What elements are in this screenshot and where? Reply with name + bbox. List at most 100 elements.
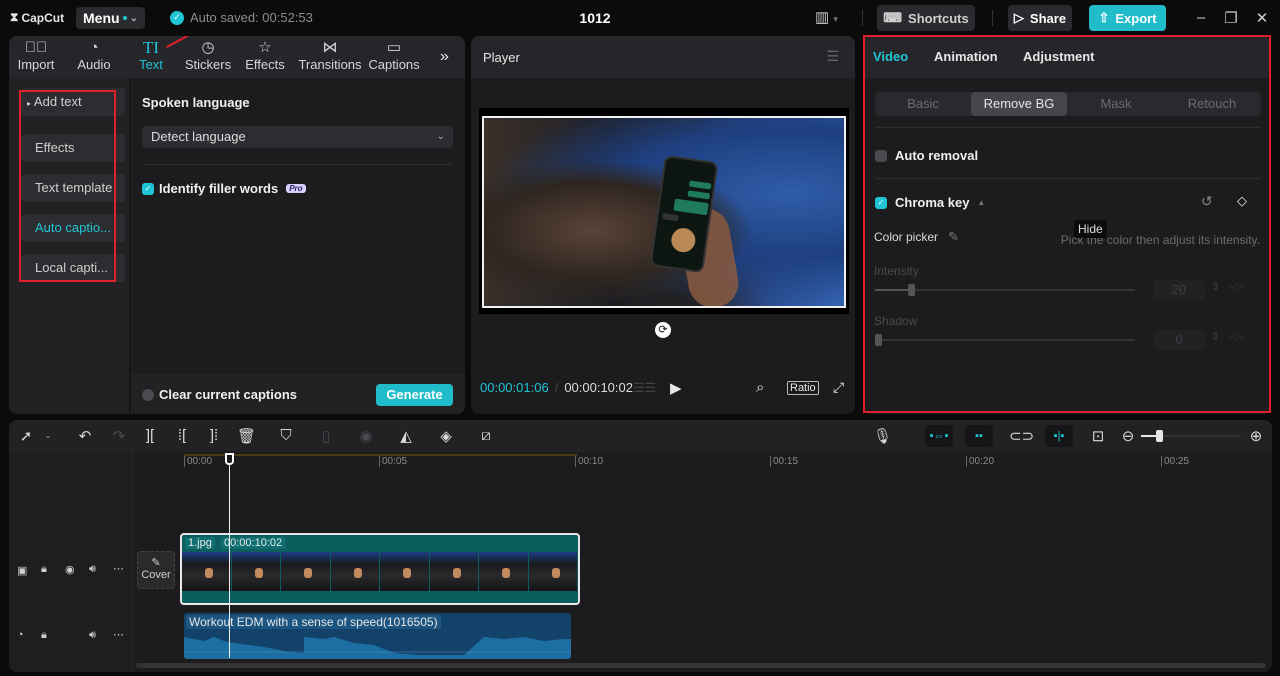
redo-icon[interactable]: ↷ — [110, 427, 128, 445]
upload-icon: ⇧ — [1098, 10, 1110, 25]
audio-clip-name: Workout EDM with a sense of speed(101650… — [186, 615, 441, 629]
auto-snap-button[interactable]: ▪▪ — [965, 425, 993, 447]
clear-captions-checkbox[interactable] — [142, 388, 154, 401]
volume-icon[interactable]: 🔊︎ — [89, 563, 96, 576]
clip-thumbnails — [182, 552, 578, 591]
timeline-zoom-fill — [1141, 435, 1156, 437]
close-icon[interactable]: ✕ — [1253, 9, 1271, 27]
tooltip-hide: Hide — [1074, 220, 1107, 238]
divider — [142, 164, 453, 165]
menu-button[interactable]: Menu ⌄ — [76, 7, 145, 29]
video-frame[interactable] — [482, 116, 846, 308]
share-button[interactable]: ▷ Share — [1008, 5, 1072, 31]
highlight-box — [19, 90, 116, 282]
menu-icon[interactable]: ☰ — [826, 48, 839, 65]
rotate-icon[interactable]: ◈ — [437, 427, 455, 445]
freeze-icon[interactable]: ▯ — [317, 427, 335, 445]
ruler-label: 00:25 — [1161, 456, 1189, 467]
keyboard-icon: ⌨ — [883, 10, 903, 25]
auto-captions-panel: Spoken language Detect language ⌄ ✓ Ident… — [131, 78, 465, 414]
audio-track-icon: ◔ — [17, 629, 24, 641]
clear-captions-row[interactable]: Clear current captions — [142, 387, 297, 402]
zoom-fit-timeline-icon[interactable]: ⊡ — [1089, 427, 1107, 445]
media-panel: ▶⃞ Import ◔ Audio TI Text ◷ Stickers ☆ Effect… — [9, 36, 465, 414]
zoom-in-icon[interactable]: ⊕ — [1247, 427, 1265, 445]
main-track-magnet-button[interactable]: ▪⇔▪ — [925, 425, 953, 447]
project-title[interactable]: 1012 — [560, 10, 630, 26]
eye-icon[interactable]: ◉ — [65, 563, 75, 576]
lock-icon[interactable]: 🔒︎ — [41, 629, 47, 642]
microphone-icon[interactable]: 🎙 — [873, 427, 892, 445]
media-tabs: ▶⃞ Import ◔ Audio TI Text ◷ Stickers ☆ Effect… — [9, 36, 465, 78]
generate-button[interactable]: Generate — [376, 384, 453, 406]
chevron-down-icon: ⌄ — [436, 131, 445, 142]
delete-icon[interactable]: 🗑 — [237, 427, 256, 445]
waveform-toggle-icon[interactable]: ☰☰ — [633, 380, 656, 396]
fullscreen-icon[interactable]: ⤢ — [833, 379, 844, 396]
minimize-icon[interactable]: – — [1192, 9, 1210, 26]
split-right-icon[interactable]: ]⁞ — [205, 427, 223, 444]
volume-icon[interactable]: 🔊︎ — [89, 629, 96, 642]
preview-axis-button[interactable]: ▪|▪ — [1045, 425, 1073, 447]
maximize-icon[interactable]: ❐ — [1222, 9, 1240, 27]
link-icon[interactable]: ⊂⊃ — [1009, 427, 1034, 445]
video-preview[interactable] — [479, 108, 849, 314]
play-icon[interactable]: ▶ — [670, 379, 682, 397]
capcut-logo: ⧗ CapCut — [10, 10, 65, 25]
pro-badge: Pro — [286, 184, 306, 193]
effects-icon: ☆ — [258, 39, 272, 56]
export-button[interactable]: ⇧ Export — [1089, 5, 1166, 31]
cover-button[interactable]: ✎ Cover — [137, 551, 175, 589]
lock-icon[interactable]: 🔒︎ — [41, 563, 47, 576]
horizontal-scrollbar[interactable] — [136, 663, 1266, 668]
video-clip[interactable]: 1.jpg 00:00:10:02 — [180, 533, 580, 605]
more-tabs-icon[interactable]: » — [440, 48, 449, 66]
timeline-toolbar: ➚ ⌄ ↶ ↷ ][ ⁞[ ]⁞ 🗑 ⛉ ▯ ◉ ◭ ◈ ⧄ 🎙 ▪⇔▪ ▪▪ … — [9, 420, 1272, 452]
audio-waveform — [184, 637, 571, 659]
shortcuts-button[interactable]: ⌨ Shortcuts — [877, 5, 975, 31]
spoken-language-label: Spoken language — [142, 95, 250, 110]
language-select[interactable]: Detect language ⌄ — [142, 126, 453, 148]
layout-icon[interactable]: ▥ ▾ — [815, 8, 838, 26]
crop-icon[interactable]: ⧄ — [477, 427, 495, 444]
tab-effects[interactable]: ☆ Effects — [235, 39, 295, 72]
mirror-icon[interactable]: ◭ — [397, 427, 415, 445]
zoom-fit-icon[interactable]: ⌕ — [756, 379, 764, 396]
sticker-icon: ◷ — [201, 39, 215, 56]
transitions-icon: ⋈ — [322, 39, 338, 56]
text-icon: TI — [142, 38, 160, 57]
split-left-icon[interactable]: ⁞[ — [173, 427, 191, 444]
marker-icon[interactable]: ⛉ — [277, 427, 295, 444]
more-icon[interactable]: ⋯ — [113, 562, 124, 575]
playhead-line[interactable] — [229, 465, 230, 658]
chevron-down-icon: ⌄ — [129, 12, 138, 24]
tab-transitions[interactable]: ⋈ Transitions — [298, 39, 362, 72]
identify-filler-checkbox[interactable]: ✓ — [142, 182, 154, 195]
timeline-panel: ➚ ⌄ ↶ ↷ ][ ⁞[ ]⁞ 🗑 ⛉ ▯ ◉ ◭ ◈ ⧄ 🎙 ▪⇔▪ ▪▪ … — [9, 420, 1272, 672]
text-sidebar: ▸ Add text Effects Text template Auto ca… — [9, 78, 130, 414]
select-tool-icon[interactable]: ➚ — [17, 427, 35, 445]
split-icon[interactable]: ][ — [141, 427, 159, 444]
timecode: 00:00:01:06 / 00:00:10:02 — [480, 380, 633, 395]
zoom-out-icon[interactable]: ⊖ — [1119, 427, 1137, 445]
timeline-zoom-thumb[interactable] — [1156, 430, 1163, 442]
playhead-handle[interactable] — [225, 453, 234, 465]
audio-clip[interactable]: Workout EDM with a sense of speed(101650… — [184, 613, 571, 659]
chevron-down-icon[interactable]: ⌄ — [39, 430, 57, 441]
tab-audio[interactable]: ◔ Audio — [64, 39, 124, 72]
reverse-icon[interactable]: ◉ — [357, 427, 375, 445]
ratio-button[interactable]: Ratio — [787, 381, 819, 395]
undo-icon[interactable]: ↶ — [76, 427, 94, 445]
identify-filler-row[interactable]: ✓ Identify filler words Pro — [142, 181, 306, 196]
rotate-icon[interactable]: ⟳ — [655, 322, 671, 338]
ruler-label: 00:10 — [575, 456, 603, 467]
notification-dot — [122, 16, 127, 20]
more-icon[interactable]: ⋯ — [113, 628, 124, 641]
tab-stickers[interactable]: ◷ Stickers — [178, 39, 238, 72]
tab-import[interactable]: ▶⃞ Import — [9, 39, 66, 72]
player-header: Player ☰ — [471, 36, 855, 78]
ruler-label: 00:05 — [379, 456, 407, 467]
magnet-icon: ▪⇔▪ — [929, 430, 949, 442]
tab-captions[interactable]: ▭ Captions — [364, 39, 424, 72]
captions-icon: ▭ — [386, 39, 402, 56]
